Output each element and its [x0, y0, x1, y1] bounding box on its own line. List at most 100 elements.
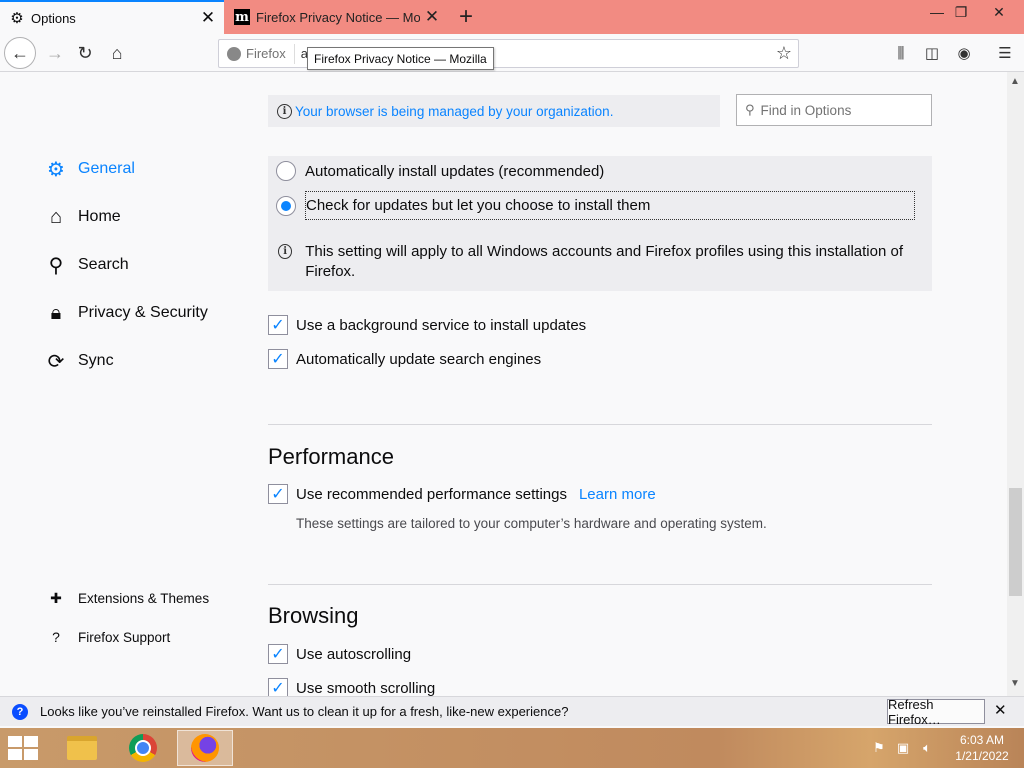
windows-taskbar: ⚑ ▣ 🔈︎ 6:03 AM 1/21/2022: [0, 728, 1024, 768]
footer-link-label: Extensions & Themes: [78, 590, 210, 606]
background-service-checkbox[interactable]: ✓ Use a background service to install up…: [268, 315, 586, 335]
close-tab-icon[interactable]: ✕: [420, 5, 444, 29]
navigation-toolbar: ← → ↻ ⌂ Firefox a ☆ ⫼ ◫ ◉ ☰: [0, 34, 1024, 72]
checkbox-label: Use recommended performance settings: [296, 485, 567, 503]
sync-icon: ⟳: [47, 350, 65, 373]
chrome-icon[interactable]: [115, 730, 171, 766]
category-privacy[interactable]: 🔒︎ Privacy & Security: [44, 301, 208, 325]
checkbox-label: Use a background service to install upda…: [296, 316, 587, 334]
identity-label: Firefox: [246, 46, 286, 61]
action-center-flag-icon[interactable]: ⚑: [870, 739, 888, 757]
find-in-options-input[interactable]: ⚲ Find in Options: [736, 94, 932, 126]
radio-button[interactable]: [276, 161, 296, 181]
help-icon: ?: [12, 703, 28, 720]
info-icon: i: [278, 244, 293, 259]
clock[interactable]: 6:03 AM 1/21/2022: [952, 732, 1012, 764]
checkbox-label: Use autoscrolling: [296, 645, 412, 663]
checkbox[interactable]: ✓: [268, 678, 288, 696]
system-tray: ⚑ ▣ 🔈︎ 6:03 AM 1/21/2022: [870, 728, 1012, 768]
help-icon: ?: [52, 629, 60, 645]
search-icon: ⚲: [48, 254, 64, 277]
sidebar-toggle-icon[interactable]: ◫: [921, 42, 943, 64]
new-tab-button[interactable]: +: [452, 3, 480, 31]
lock-icon: 🔒︎: [50, 301, 62, 324]
clock-time: 6:03 AM: [959, 733, 1005, 747]
tab-options[interactable]: ⚙ Options ✕: [0, 0, 224, 34]
performance-checkbox[interactable]: ✓ Use recommended performance settings L…: [268, 484, 656, 504]
radio-check-updates[interactable]: Check for updates but let you choose to …: [276, 191, 915, 220]
home-icon: ⌂: [49, 205, 63, 228]
checkbox[interactable]: ✓: [268, 644, 288, 664]
checkbox[interactable]: ✓: [268, 484, 288, 504]
firefox-icon: [227, 46, 241, 61]
browsing-heading: Browsing: [268, 603, 359, 628]
restore-button[interactable]: ❐: [944, 0, 978, 24]
home-button[interactable]: ⌂: [102, 38, 132, 68]
gear-icon: ⚙: [10, 10, 24, 27]
info-icon: i: [277, 103, 292, 119]
update-settings-group: Automatically install updates (recommend…: [268, 156, 932, 291]
notification-message: Looks like you’ve reinstalled Firefox. W…: [40, 704, 569, 719]
category-label: General: [78, 160, 135, 177]
url-bar[interactable]: Firefox a ☆: [218, 39, 799, 68]
section-divider: [268, 584, 932, 585]
search-icon: ⚲: [745, 102, 755, 117]
category-label: Privacy & Security: [78, 304, 208, 321]
managed-notice: i Your browser is being managed by your …: [268, 95, 720, 127]
puzzle-icon: ✚: [50, 589, 62, 606]
windows-start-icon[interactable]: [8, 736, 38, 760]
network-icon[interactable]: ▣: [894, 739, 912, 757]
autoscrolling-checkbox[interactable]: ✓ Use autoscrolling: [268, 644, 411, 664]
forward-button[interactable]: →: [40, 38, 70, 68]
category-label: Sync: [78, 352, 114, 369]
learn-more-link[interactable]: Learn more: [579, 486, 656, 503]
smooth-scrolling-checkbox[interactable]: ✓ Use smooth scrolling: [268, 678, 435, 696]
reload-button[interactable]: ↻: [70, 38, 100, 68]
back-button[interactable]: ←: [4, 37, 36, 69]
reinstall-notification-bar: ? Looks like you’ve reinstalled Firefox.…: [0, 696, 1024, 727]
managed-notice-text[interactable]: Your browser is being managed by your or…: [295, 104, 613, 119]
find-placeholder: Find in Options: [760, 102, 852, 118]
tab-title: Firefox Privacy Notice — Mozill: [256, 9, 420, 25]
identity-box[interactable]: Firefox: [219, 43, 295, 64]
update-search-engines-checkbox[interactable]: ✓ Automatically update search engines: [268, 349, 541, 369]
scroll-down-icon[interactable]: ▼: [1010, 678, 1020, 689]
checkbox-label: Automatically update search engines: [296, 350, 542, 368]
mozilla-m-icon: m: [234, 9, 250, 25]
radio-button[interactable]: [276, 195, 296, 216]
checkbox[interactable]: ✓: [268, 349, 288, 369]
radio-auto-install[interactable]: Automatically install updates (recommend…: [276, 161, 604, 181]
category-home[interactable]: ⌂ Home: [44, 205, 121, 229]
scroll-up-icon[interactable]: ▲: [1010, 76, 1020, 87]
scroll-thumb[interactable]: [1009, 488, 1022, 596]
bookmark-star-icon[interactable]: ☆: [776, 43, 792, 64]
clock-date: 1/21/2022: [955, 749, 1009, 763]
checkbox-label: Use smooth scrolling: [296, 679, 436, 697]
firefox-support-link[interactable]: ? Firefox Support: [48, 629, 170, 645]
url-text[interactable]: a: [295, 46, 308, 61]
menu-icon[interactable]: ☰: [994, 42, 1016, 64]
radio-label: Automatically install updates (recommend…: [305, 162, 605, 180]
tab-privacy-notice[interactable]: m Firefox Privacy Notice — Mozill ✕: [226, 0, 448, 34]
vertical-scrollbar[interactable]: ▲ ▼: [1007, 72, 1024, 696]
close-window-button[interactable]: ✕: [982, 0, 1016, 24]
tooltip: Firefox Privacy Notice — Mozilla: [307, 47, 494, 70]
library-icon[interactable]: ⫼: [890, 42, 912, 64]
firefox-taskbar-icon[interactable]: [177, 730, 233, 766]
category-label: Search: [78, 256, 129, 273]
performance-description: These settings are tailored to your comp…: [296, 516, 767, 531]
category-label: Home: [78, 208, 121, 225]
category-general[interactable]: ⚙ General: [44, 157, 135, 181]
file-explorer-icon[interactable]: [54, 730, 110, 766]
update-note-text: This setting will apply to all Windows a…: [305, 243, 903, 280]
close-icon[interactable]: ✕: [994, 701, 1007, 719]
volume-muted-icon[interactable]: 🔈︎: [918, 739, 936, 757]
refresh-firefox-button[interactable]: Refresh Firefox…: [887, 697, 985, 727]
category-sync[interactable]: ⟳ Sync: [44, 349, 114, 373]
performance-heading: Performance: [268, 444, 394, 469]
checkbox[interactable]: ✓: [268, 315, 288, 335]
close-tab-icon[interactable]: ✕: [196, 6, 220, 30]
category-search[interactable]: ⚲ Search: [44, 253, 129, 277]
extensions-themes-link[interactable]: ✚ Extensions & Themes: [48, 590, 209, 606]
account-icon[interactable]: ◉: [953, 42, 975, 64]
